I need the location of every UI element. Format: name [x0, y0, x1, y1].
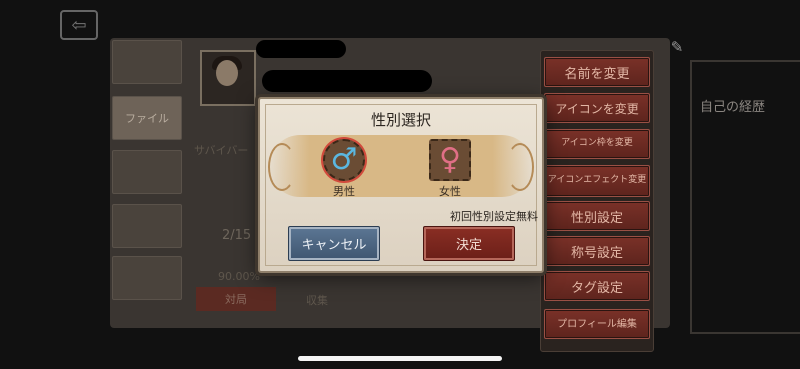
- rename-button[interactable]: 名前を変更: [544, 57, 650, 87]
- male-label: 男性: [333, 185, 355, 198]
- male-symbol-icon[interactable]: ♂: [323, 139, 365, 181]
- side-tab-2[interactable]: [112, 150, 182, 194]
- gender-option-band: [270, 135, 532, 197]
- back-door-icon[interactable]: ⇦: [60, 10, 98, 40]
- cancel-button[interactable]: キャンセル: [288, 226, 380, 261]
- female-option[interactable]: ♀ 女性: [424, 139, 476, 199]
- redaction-bar: [256, 40, 346, 58]
- dialog-title: 性別選択: [370, 111, 431, 129]
- change-icon-frame-button[interactable]: アイコン枠を変更: [544, 129, 650, 159]
- home-indicator[interactable]: [298, 356, 502, 361]
- ornament-left: [268, 143, 296, 191]
- match-tab-button[interactable]: 対局: [196, 287, 276, 311]
- gender-select-dialog: 性別選択 ♂ 男性 ♀ 女性 初回性別設定無料 キャンセル 決定: [258, 97, 544, 273]
- title-settings-button[interactable]: 称号設定: [544, 236, 650, 266]
- history-title: 自己の経歴: [700, 100, 766, 115]
- tag-settings-button[interactable]: タグ設定: [544, 271, 650, 301]
- redaction-bar: [262, 70, 432, 92]
- wrench-icon[interactable]: ✎: [666, 36, 688, 58]
- free-first-change-note: 初回性別設定無料: [450, 210, 538, 223]
- female-symbol-icon[interactable]: ♀: [429, 139, 471, 181]
- collection-tab-label[interactable]: 収集: [306, 292, 328, 308]
- gender-settings-button[interactable]: 性別設定: [544, 201, 650, 231]
- side-tab-4[interactable]: [112, 256, 182, 300]
- side-tab-3[interactable]: [112, 204, 182, 248]
- female-label: 女性: [439, 185, 461, 198]
- avatar-face: [216, 60, 238, 86]
- change-icon-button[interactable]: アイコンを変更: [544, 93, 650, 123]
- confirm-button[interactable]: 決定: [423, 226, 515, 261]
- side-tab-file[interactable]: ファイル: [112, 96, 182, 140]
- survivor-label: サバイバー: [194, 144, 249, 157]
- avatar[interactable]: [200, 50, 256, 106]
- ornament-right: [506, 143, 534, 191]
- match-tab-label: 対局: [225, 293, 247, 306]
- side-tab-0[interactable]: [112, 40, 182, 84]
- stat-left: 2/15: [222, 228, 252, 243]
- side-tab-file-label: ファイル: [125, 112, 169, 125]
- edit-profile-button[interactable]: プロフィール編集: [544, 309, 650, 339]
- male-option[interactable]: ♂ 男性: [318, 139, 370, 199]
- change-icon-effect-button[interactable]: アイコンエフェクト変更: [544, 165, 650, 197]
- stat-pct: 90.00%: [218, 270, 260, 283]
